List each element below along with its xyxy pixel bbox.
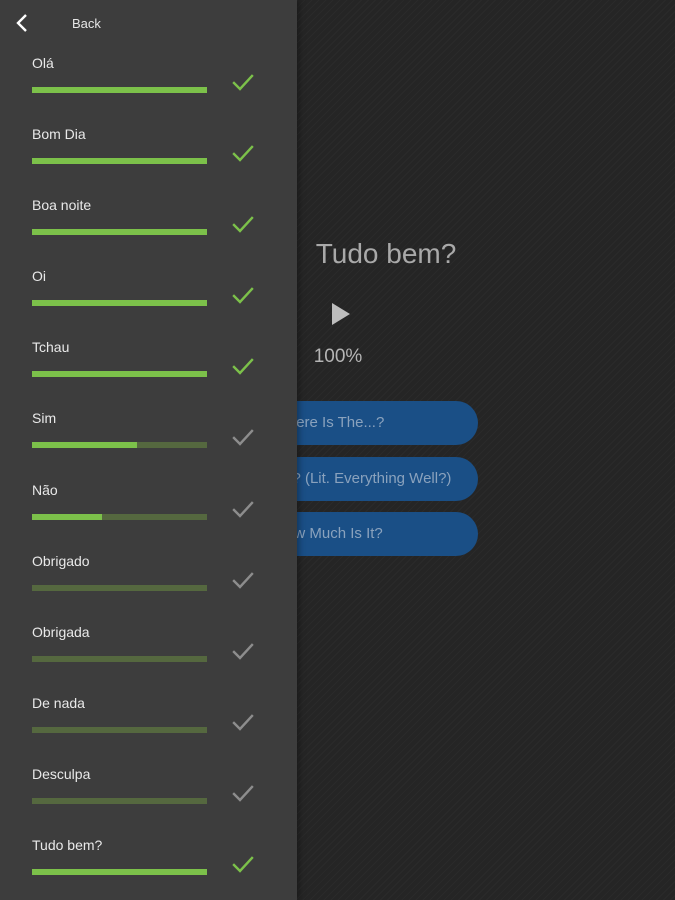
phrase-item[interactable]: Desculpa xyxy=(0,757,297,828)
check-icon xyxy=(232,216,254,233)
progress-bar xyxy=(32,300,207,307)
progress-bar xyxy=(32,513,207,520)
phrase-label: Olá xyxy=(32,55,54,71)
phrase-label: Tudo bem? xyxy=(32,837,103,854)
phrase-item[interactable]: Tchau xyxy=(0,330,297,401)
phrase-item[interactable]: De nada xyxy=(0,686,297,757)
progress-bar xyxy=(32,87,207,93)
progress-bar-fill xyxy=(32,513,102,520)
phrase-item[interactable]: Bom Dia xyxy=(0,117,297,188)
progress-bar-fill xyxy=(32,158,207,165)
phrase-drawer: Back Olá Bom Dia Boa noite Oi Tchau Sim Não Obr… xyxy=(0,0,297,900)
phrase-label: De nada xyxy=(32,694,85,711)
phrase-label: Sim xyxy=(32,410,57,427)
phrase-label: Oi xyxy=(32,268,46,285)
progress-bar xyxy=(32,655,207,662)
phrase-label: Desculpa xyxy=(32,765,91,782)
phrase-item[interactable]: Boa noite xyxy=(0,188,297,259)
phrase-label: Bom Dia xyxy=(32,126,86,143)
phrase-label: Obrigado xyxy=(32,552,90,569)
check-icon xyxy=(232,785,254,802)
play-icon[interactable] xyxy=(322,297,356,331)
drawer-header: Back xyxy=(0,0,297,46)
progress-bar-fill xyxy=(32,371,207,378)
phrase-label: Obrigada xyxy=(32,623,90,640)
progress-bar xyxy=(32,726,207,733)
progress-bar-fill xyxy=(32,442,137,449)
chevron-left-icon[interactable] xyxy=(12,12,32,34)
phrase-label: Boa noite xyxy=(32,197,92,214)
progress-bar-fill xyxy=(32,87,207,93)
check-icon xyxy=(232,429,254,447)
check-icon xyxy=(232,856,254,873)
phrase-item[interactable]: Sim xyxy=(0,401,297,472)
check-icon xyxy=(232,145,254,162)
progress-bar xyxy=(32,869,207,876)
progress-bar xyxy=(32,442,207,449)
progress-bar xyxy=(32,158,207,165)
progress-bar xyxy=(32,371,207,378)
phrase-item[interactable]: Oi xyxy=(0,259,297,330)
progress-bar xyxy=(32,584,207,591)
progress-bar-fill xyxy=(32,229,207,236)
progress-bar xyxy=(32,797,207,804)
phrase-label: Não xyxy=(32,481,58,498)
phrase-item[interactable]: Não xyxy=(0,473,297,544)
phrase-item[interactable]: Olá xyxy=(0,46,297,117)
back-button[interactable]: Back xyxy=(72,16,101,31)
check-icon xyxy=(232,500,254,518)
phrase-item[interactable]: Obrigada xyxy=(0,615,297,686)
phrase-item[interactable]: Obrigado xyxy=(0,544,297,615)
phrase-label: Tchau xyxy=(32,339,70,356)
progress-percent: 100% xyxy=(313,346,363,367)
progress-bar xyxy=(32,229,207,236)
progress-bar-fill xyxy=(32,869,207,876)
check-icon xyxy=(232,571,254,589)
check-icon xyxy=(232,643,254,660)
check-icon xyxy=(232,714,254,731)
phrase-item[interactable]: Tudo bem? xyxy=(0,828,297,899)
check-icon xyxy=(232,358,254,376)
progress-bar-fill xyxy=(32,300,207,307)
check-icon xyxy=(232,287,254,305)
phrase-list: Olá Bom Dia Boa noite Oi Tchau Sim Não Obrigado… xyxy=(0,46,297,899)
check-icon xyxy=(232,74,254,91)
